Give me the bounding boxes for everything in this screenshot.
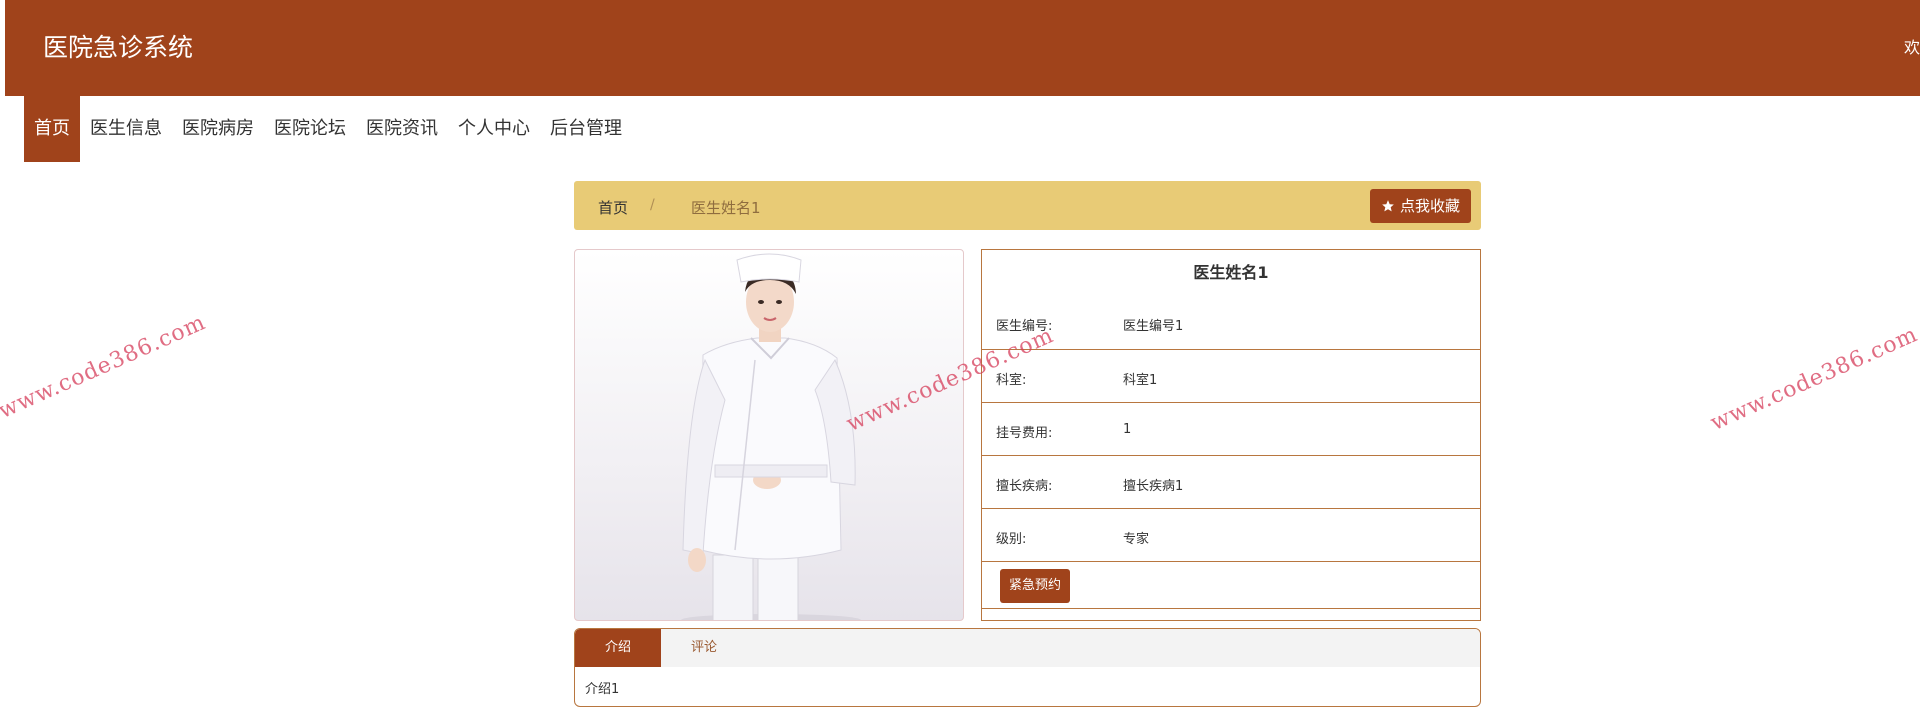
info-label: 擅长疾病: (996, 479, 1053, 494)
detail-tabs: 介绍 评论 介绍1 (574, 628, 1481, 707)
doctor-name-title: 医生姓名1 (1193, 263, 1269, 282)
tab-comments[interactable]: 评论 (661, 629, 747, 667)
breadcrumb: 首页 / 医生姓名1 点我收藏 (574, 181, 1481, 230)
breadcrumb-separator: / (650, 197, 655, 213)
info-row-doctor-id: 医生编号: 医生编号1 (982, 296, 1480, 349)
info-row-specialty: 擅长疾病: 擅长疾病1 (982, 455, 1480, 508)
favorite-button-label: 点我收藏 (1399, 197, 1460, 215)
breadcrumb-home-link[interactable]: 首页 (598, 197, 628, 218)
nav-item-wards[interactable]: 医院病房 (172, 96, 264, 162)
info-value: 科室1 (1123, 373, 1158, 388)
top-header: 医院急诊系统 欢 (5, 0, 1920, 96)
nav-item-forum[interactable]: 医院论坛 (264, 96, 356, 162)
nav-item-admin[interactable]: 后台管理 (540, 96, 632, 162)
tab-introduction[interactable]: 介绍 (575, 629, 661, 667)
watermark: www.code386.com (1706, 321, 1920, 436)
info-value: 擅长疾病1 (1123, 479, 1184, 494)
info-value: 医生编号1 (1123, 319, 1184, 334)
info-label: 挂号费用: (996, 426, 1053, 441)
info-value: 专家 (1123, 532, 1150, 547)
nav-item-doctors[interactable]: 医生信息 (80, 96, 172, 162)
info-row-level: 级别: 专家 (982, 508, 1480, 561)
star-icon (1382, 200, 1394, 212)
breadcrumb-current: 医生姓名1 (691, 199, 761, 217)
main-nav: 首页 医生信息 医院病房 医院论坛 医院资讯 个人中心 后台管理 (24, 96, 632, 162)
favorite-button[interactable]: 点我收藏 (1369, 189, 1471, 223)
info-row-registration-fee: 挂号费用: 1 (982, 402, 1480, 455)
watermark: www.code386.com (0, 309, 210, 424)
info-label: 级别: (996, 532, 1027, 547)
nav-item-news[interactable]: 医院资讯 (356, 96, 448, 162)
doctor-info-panel: 医生姓名1 医生编号: 医生编号1 科室: 科室1 挂号费用: 1 擅长疾病: … (981, 249, 1481, 621)
nav-item-personal-center[interactable]: 个人中心 (448, 96, 540, 162)
welcome-text: 欢 (1903, 38, 1920, 57)
site-title: 医院急诊系统 (43, 33, 194, 62)
info-label: 科室: (996, 373, 1027, 388)
nurse-illustration (681, 253, 861, 620)
emergency-booking-button[interactable]: 紧急预约 (1000, 569, 1070, 603)
tab-content: 介绍1 (585, 682, 620, 697)
nav-item-home[interactable]: 首页 (24, 96, 80, 162)
info-action-row: 紧急预约 (982, 561, 1480, 609)
info-row-department: 科室: 科室1 (982, 349, 1480, 402)
doctor-photo (574, 249, 964, 621)
info-value: 1 (1123, 422, 1132, 437)
tab-bar: 介绍 评论 (575, 629, 1480, 667)
